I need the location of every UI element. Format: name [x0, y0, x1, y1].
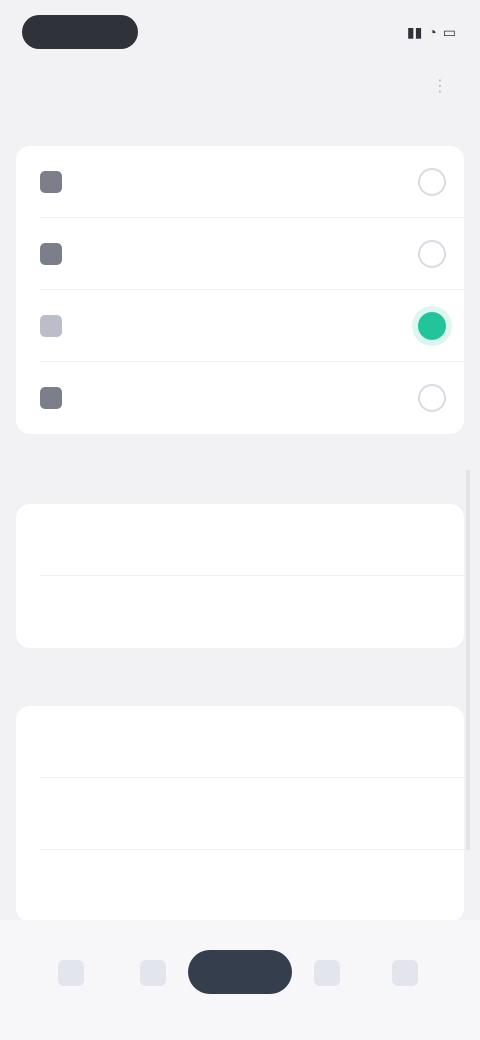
option-row-2[interactable]: [16, 218, 464, 290]
list-item[interactable]: [16, 706, 464, 778]
option-icon: [40, 171, 62, 193]
nav-header: ⋮: [0, 64, 480, 120]
dynamic-island: [22, 15, 138, 49]
list-item[interactable]: [16, 576, 464, 648]
status-right: ▮▮ ◔ ▭: [401, 24, 456, 41]
radio-icon[interactable]: [418, 384, 446, 412]
battery-icon: ▭: [442, 23, 456, 40]
center-action-button[interactable]: [188, 950, 292, 994]
radio-icon[interactable]: [418, 240, 446, 268]
option-icon: [40, 315, 62, 337]
option-icon: [40, 387, 62, 409]
chat-icon[interactable]: [314, 960, 340, 986]
section-card-2: [16, 504, 464, 648]
option-row-1[interactable]: [16, 146, 464, 218]
radio-checked-icon[interactable]: [418, 312, 446, 340]
status-bar: ▮▮ ◔ ▭: [0, 0, 480, 64]
options-card: [16, 146, 464, 434]
option-row-4[interactable]: [16, 362, 464, 434]
home-icon[interactable]: [58, 960, 84, 986]
search-icon[interactable]: [140, 960, 166, 986]
list-item[interactable]: [16, 504, 464, 576]
scrollbar[interactable]: [466, 470, 470, 850]
list-item[interactable]: [16, 850, 464, 922]
more-icon[interactable]: ⋮: [428, 74, 452, 98]
signal-icon: ▮▮: [406, 23, 423, 40]
option-row-3[interactable]: [16, 290, 464, 362]
section-card-3: [16, 706, 464, 922]
list-item[interactable]: [16, 778, 464, 850]
radio-icon[interactable]: [418, 168, 446, 196]
option-icon: [40, 243, 62, 265]
profile-icon[interactable]: [392, 960, 418, 986]
wifi-icon: ◔: [428, 24, 437, 40]
bottom-nav: [0, 920, 480, 1040]
